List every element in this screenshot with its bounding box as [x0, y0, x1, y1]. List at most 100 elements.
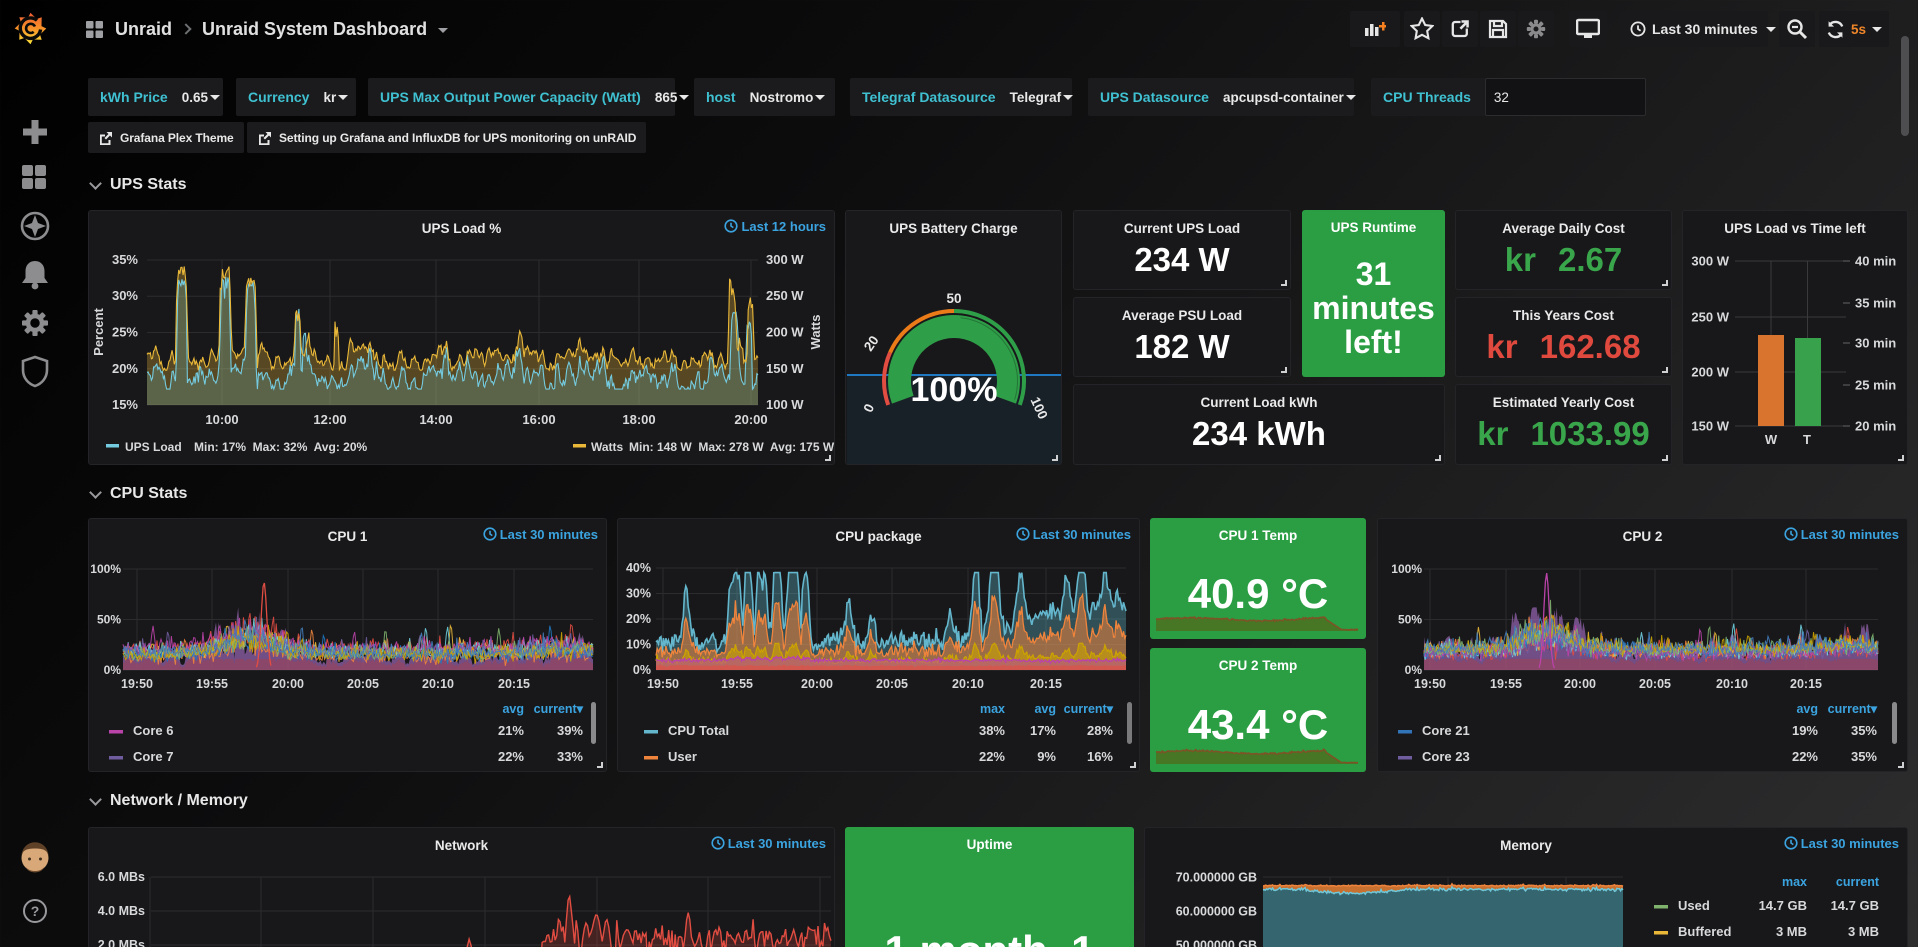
svg-text:10:00: 10:00 [205, 412, 238, 427]
svg-text:35%: 35% [1851, 749, 1877, 764]
svg-text:14.7 GB: 14.7 GB [1759, 898, 1807, 913]
svg-text:UPS Load: UPS Load [125, 440, 182, 454]
svg-text:avg: avg [1796, 702, 1818, 716]
svg-text:100%: 100% [1391, 562, 1422, 576]
svg-text:3 MB: 3 MB [1776, 924, 1807, 939]
svg-text:20: 20 [861, 333, 882, 354]
svg-text:Used: Used [1678, 898, 1710, 913]
svg-text:Watts: Watts [808, 315, 823, 350]
svg-text:Min: 17% Max: 32% Avg: 20%: Min: 17% Max: 32% Avg: 20% [194, 440, 367, 454]
svg-text:19:55: 19:55 [196, 677, 228, 691]
svg-text:300 W: 300 W [766, 252, 804, 267]
svg-text:0%: 0% [104, 663, 122, 677]
svg-text:19:50: 19:50 [121, 677, 153, 691]
svg-text:100%: 100% [90, 562, 121, 576]
svg-text:Core 21: Core 21 [1422, 723, 1470, 738]
svg-text:50.000000 GB: 50.000000 GB [1176, 939, 1257, 947]
svg-text:20:05: 20:05 [347, 677, 379, 691]
svg-text:19:50: 19:50 [647, 677, 679, 691]
svg-text:4.0 MBs: 4.0 MBs [98, 904, 145, 918]
svg-text:35%: 35% [112, 252, 138, 267]
svg-text:20:00: 20:00 [734, 412, 767, 427]
svg-text:20%: 20% [626, 612, 651, 626]
svg-text:Core 6: Core 6 [133, 723, 173, 738]
svg-text:50%: 50% [1398, 613, 1422, 627]
svg-text:max: max [1782, 875, 1807, 889]
svg-text:250 W: 250 W [1691, 310, 1729, 325]
svg-text:20:00: 20:00 [1564, 677, 1596, 691]
svg-text:2.0 MBs: 2.0 MBs [98, 938, 145, 947]
svg-text:33%: 33% [557, 749, 583, 764]
svg-text:30 min: 30 min [1855, 336, 1896, 351]
svg-text:40 min: 40 min [1855, 254, 1896, 269]
svg-text:250 W: 250 W [766, 288, 804, 303]
svg-text:?: ? [31, 903, 40, 919]
svg-text:avg: avg [502, 702, 524, 716]
svg-text:20 min: 20 min [1855, 419, 1896, 434]
svg-text:35%: 35% [1851, 723, 1877, 738]
svg-text:25%: 25% [112, 325, 138, 340]
svg-text:100%: 100% [911, 371, 998, 409]
svg-text:15%: 15% [112, 397, 138, 412]
svg-text:150 W: 150 W [1691, 419, 1729, 434]
svg-text:6.0 MBs: 6.0 MBs [98, 870, 145, 884]
svg-text:50: 50 [946, 291, 961, 306]
svg-text:200 W: 200 W [1691, 365, 1729, 380]
svg-text:20:10: 20:10 [952, 677, 984, 691]
svg-text:Min: 148 W Max: 278 W Avg: 1: Min: 148 W Max: 278 W Avg: 175 W [629, 440, 835, 454]
svg-text:9%: 9% [1037, 749, 1056, 764]
svg-text:19:55: 19:55 [1490, 677, 1522, 691]
svg-text:16:00: 16:00 [522, 412, 555, 427]
svg-text:avg: avg [1034, 702, 1056, 716]
svg-text:35 min: 35 min [1855, 296, 1896, 311]
svg-text:current▾: current▾ [1064, 702, 1114, 716]
svg-text:19:50: 19:50 [1414, 677, 1446, 691]
svg-text:12:00: 12:00 [313, 412, 346, 427]
svg-text:current▾: current▾ [1828, 702, 1878, 716]
svg-text:19:55: 19:55 [721, 677, 753, 691]
svg-text:0%: 0% [633, 663, 651, 677]
svg-text:20:00: 20:00 [801, 677, 833, 691]
svg-text:21%: 21% [498, 723, 524, 738]
svg-text:14.7 GB: 14.7 GB [1831, 898, 1879, 913]
svg-text:300 W: 300 W [1691, 254, 1729, 269]
svg-text:30%: 30% [626, 587, 651, 601]
svg-text:100 W: 100 W [766, 397, 804, 412]
svg-text:Core 7: Core 7 [133, 749, 173, 764]
svg-text:Buffered: Buffered [1678, 924, 1732, 939]
svg-text:70.000000 GB: 70.000000 GB [1176, 871, 1257, 885]
svg-text:User: User [668, 749, 697, 764]
svg-text:22%: 22% [1792, 749, 1818, 764]
svg-text:50%: 50% [97, 613, 121, 627]
svg-text:39%: 39% [557, 723, 583, 738]
svg-text:22%: 22% [498, 749, 524, 764]
svg-text:20:10: 20:10 [1716, 677, 1748, 691]
svg-text:CPU Total: CPU Total [668, 723, 729, 738]
svg-text:Percent: Percent [91, 307, 106, 355]
svg-text:200 W: 200 W [766, 325, 804, 340]
svg-text:20:15: 20:15 [1030, 677, 1062, 691]
svg-text:current▾: current▾ [534, 702, 584, 716]
svg-text:20:00: 20:00 [272, 677, 304, 691]
svg-text:W: W [1765, 432, 1778, 447]
svg-text:22%: 22% [979, 749, 1005, 764]
svg-text:20:05: 20:05 [876, 677, 908, 691]
svg-text:14:00: 14:00 [419, 412, 452, 427]
svg-text:60.000000 GB: 60.000000 GB [1176, 905, 1257, 919]
svg-text:Watts: Watts [591, 440, 624, 454]
svg-text:18:00: 18:00 [622, 412, 655, 427]
svg-text:20%: 20% [112, 361, 138, 376]
svg-text:150 W: 150 W [766, 361, 804, 376]
svg-text:20:15: 20:15 [1790, 677, 1822, 691]
svg-text:17%: 17% [1030, 723, 1056, 738]
svg-text:16%: 16% [1087, 749, 1113, 764]
svg-text:20:15: 20:15 [498, 677, 530, 691]
svg-text:28%: 28% [1087, 723, 1113, 738]
svg-text:38%: 38% [979, 723, 1005, 738]
svg-text:30%: 30% [112, 288, 138, 303]
svg-text:19%: 19% [1792, 723, 1818, 738]
svg-text:40%: 40% [626, 561, 651, 575]
svg-text:3 MB: 3 MB [1848, 924, 1879, 939]
svg-text:10%: 10% [626, 638, 651, 652]
svg-text:current: current [1836, 875, 1880, 889]
